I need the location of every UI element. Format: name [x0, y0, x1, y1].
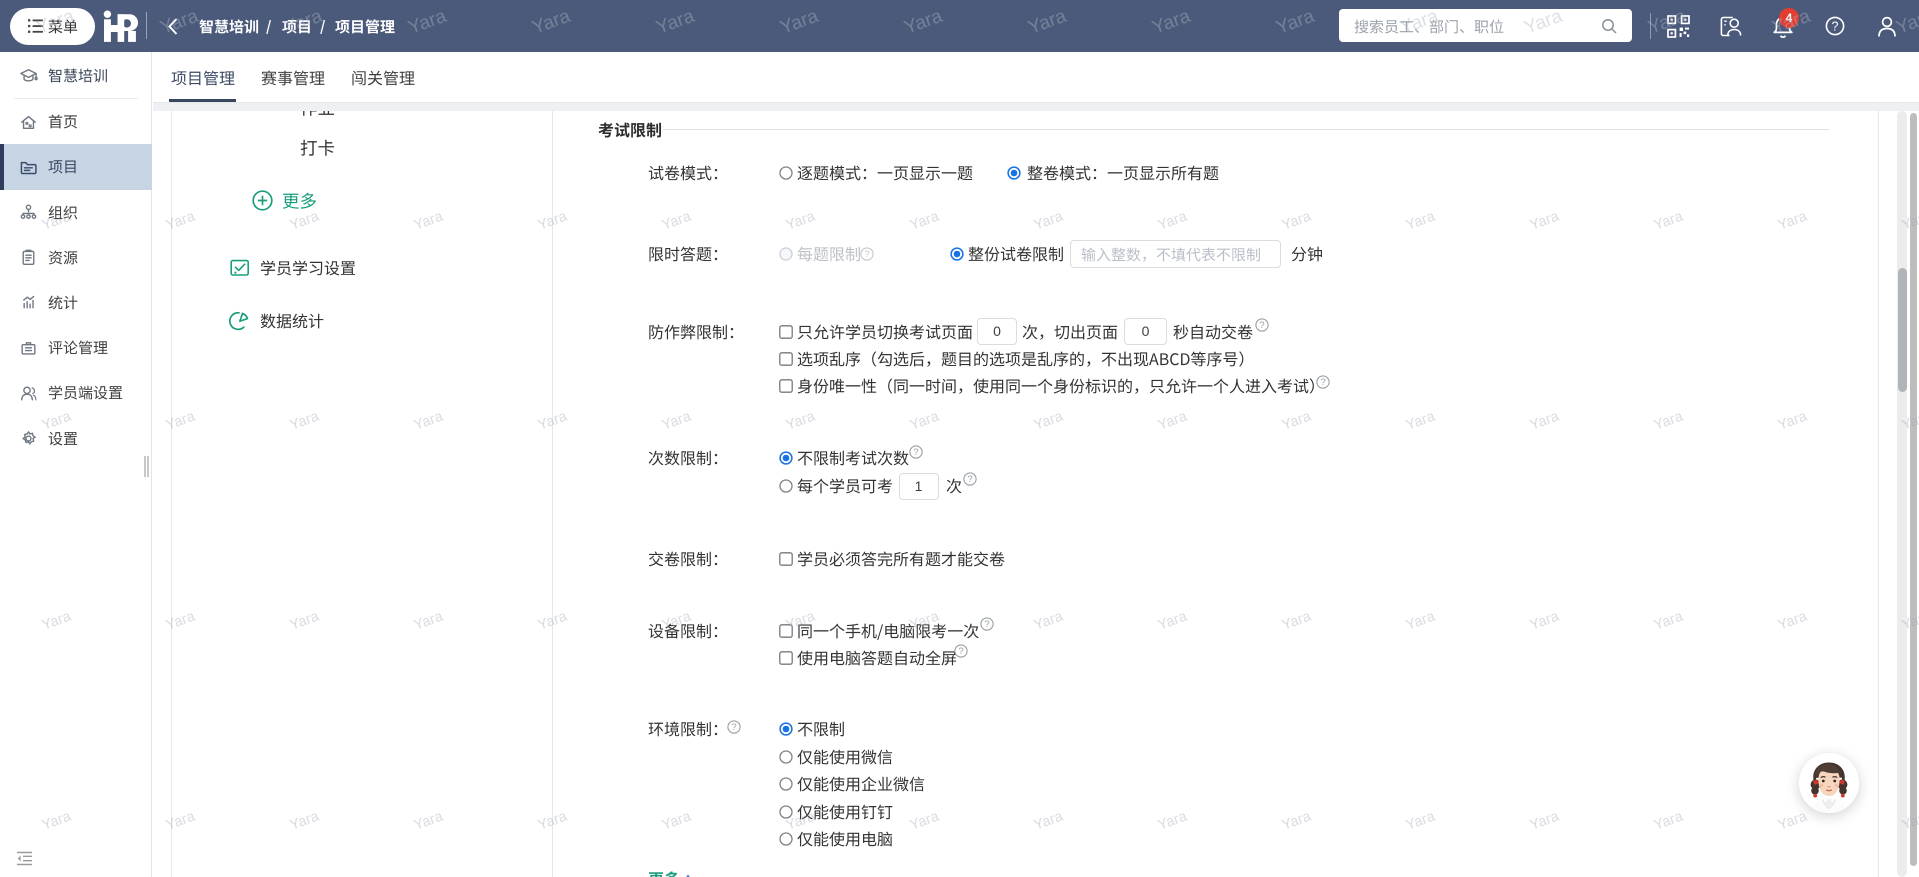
svg-text:?: ? [1832, 19, 1839, 33]
svg-text:?: ? [1259, 320, 1264, 331]
svg-text:?: ? [864, 249, 869, 260]
svg-text:?: ? [913, 447, 918, 458]
svg-text:?: ? [984, 619, 989, 630]
svg-text:?: ? [958, 646, 963, 657]
svg-text:?: ? [1320, 377, 1325, 388]
svg-text:?: ? [731, 722, 736, 733]
svg-text:?: ? [967, 475, 972, 486]
